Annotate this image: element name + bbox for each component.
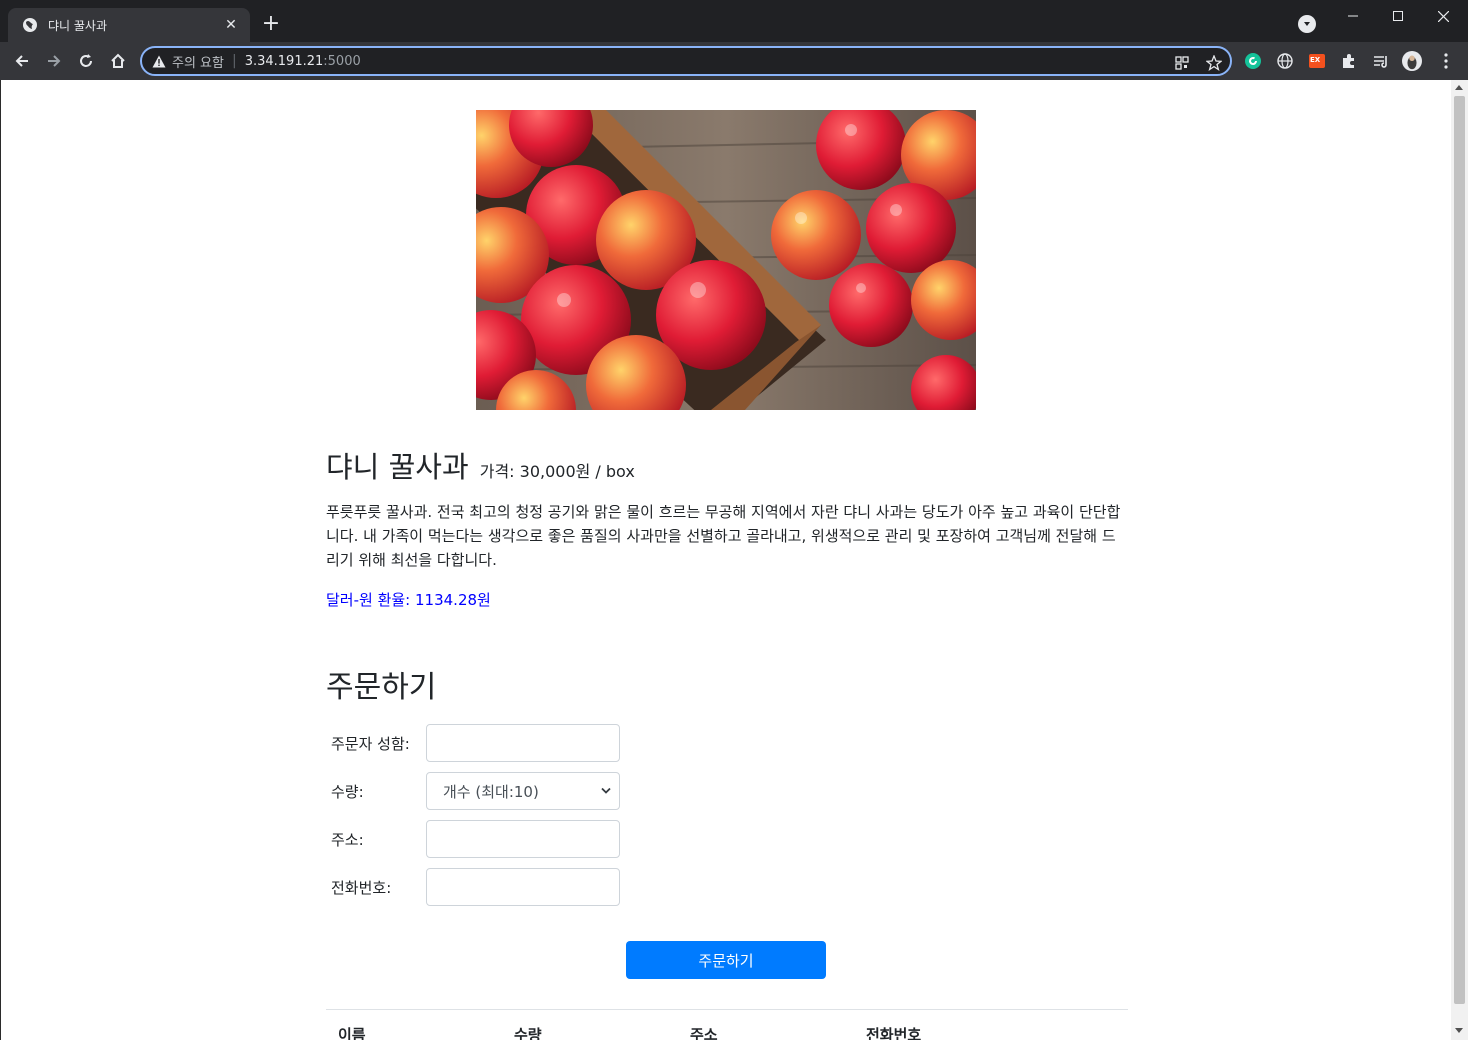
quantity-select[interactable]: 개수 (최대:10) [426, 772, 620, 810]
url-host: 3.34.191.21 [244, 53, 324, 69]
warning-icon[interactable] [152, 55, 166, 68]
forward-icon[interactable] [40, 47, 68, 75]
product-name: 댜니 꿀사과 [326, 450, 469, 484]
name-input[interactable] [426, 724, 620, 762]
quantity-label: 수량: [331, 782, 364, 801]
product-title-row: 댜니 꿀사과 가격: 30,000원 / box [326, 444, 635, 486]
tab-close-icon[interactable]: ✕ [222, 16, 240, 34]
table-divider [326, 1009, 1128, 1010]
minimize-icon[interactable] [1330, 0, 1376, 32]
address-bar[interactable]: 주의 요함 | 3.34.191.21 :5000 [140, 46, 1232, 76]
exchange-rate: 달러-원 환율: 1134.28원 [326, 591, 491, 609]
puzzle-icon[interactable] [1339, 51, 1359, 71]
menu-icon[interactable] [1436, 51, 1456, 71]
globe-icon [23, 18, 37, 32]
chevron-down-icon [601, 787, 611, 794]
address-input[interactable] [426, 820, 620, 858]
product-price: 가격: 30,000원 / box [479, 462, 635, 481]
scroll-down-icon[interactable] [1455, 1028, 1463, 1033]
home-icon[interactable] [104, 47, 132, 75]
scroll-up-icon[interactable] [1455, 85, 1463, 90]
tab-search-icon[interactable] [1298, 15, 1316, 33]
reading-list-icon[interactable] [1371, 51, 1391, 71]
browser-titlebar: 댜니 꿀사과 ✕ + [0, 0, 1468, 42]
back-icon[interactable] [8, 47, 36, 75]
bookmark-star-icon[interactable] [1204, 53, 1224, 73]
product-image [476, 110, 976, 410]
phone-row: 전화번호: [331, 868, 631, 906]
translate-icon[interactable] [1275, 51, 1295, 71]
scroll-thumb[interactable] [1454, 96, 1465, 1004]
address-row: 주소: [331, 820, 631, 858]
maximize-icon[interactable] [1375, 0, 1421, 32]
quantity-row: 수량: 개수 (최대:10) [331, 772, 631, 810]
window-close-icon[interactable] [1420, 0, 1466, 32]
ex-icon-label: EX [1310, 56, 1321, 64]
name-label: 주문자 성함: [331, 734, 410, 753]
name-row: 주문자 성함: [331, 724, 631, 762]
phone-input[interactable] [426, 868, 620, 906]
phone-label: 전화번호: [331, 878, 392, 897]
grammarly-icon[interactable] [1243, 51, 1263, 71]
qr-code-icon[interactable] [1172, 53, 1192, 73]
product-description: 푸릇푸릇 꿀사과. 전국 최고의 청정 공기와 맑은 물이 흐르는 무공해 지역… [326, 503, 1121, 569]
table-header-name: 이름 [338, 1026, 366, 1040]
table-header-address: 주소 [690, 1026, 718, 1040]
profile-avatar[interactable] [1402, 51, 1422, 71]
quantity-selected-value: 개수 (최대:10) [443, 782, 539, 801]
table-header-quantity: 수량 [514, 1026, 542, 1040]
page-viewport: 댜니 꿀사과 가격: 30,000원 / box 푸릇푸릇 꿀사과. 전국 최고… [0, 80, 1451, 1040]
tab-title: 댜니 꿀사과 [48, 18, 108, 33]
page-scrollbar[interactable] [1451, 80, 1468, 1040]
security-warning-label[interactable]: 주의 요함 [172, 52, 224, 71]
url-port: :5000 [323, 53, 361, 69]
browser-toolbar: 주의 요함 | 3.34.191.21 :5000 EX [0, 42, 1468, 80]
omnibox-separator: | [231, 53, 237, 69]
address-label: 주소: [331, 830, 364, 849]
order-section-title: 주문하기 [326, 670, 437, 705]
reload-icon[interactable] [72, 47, 100, 75]
table-header-phone: 전화번호 [866, 1026, 922, 1040]
ex-icon[interactable]: EX [1307, 51, 1327, 71]
browser-tab[interactable]: 댜니 꿀사과 ✕ [8, 8, 250, 42]
new-tab-button[interactable]: + [258, 12, 284, 38]
order-submit-button[interactable]: 주문하기 [626, 941, 826, 979]
